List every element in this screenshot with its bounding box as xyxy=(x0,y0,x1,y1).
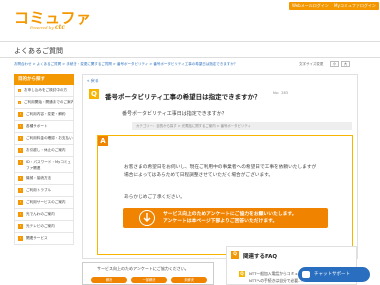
answer-box: A お客さまの希望日をお伺いし、現在ご利用中の事業者への希望日で工事を依頼いたし… xyxy=(97,135,353,255)
page-title: よくあるご質問 xyxy=(14,47,63,55)
chat-bubble-icon xyxy=(302,271,310,278)
sidebar-item[interactable]: › ご利用内容・変更・解約 xyxy=(14,109,74,121)
sidebar-item-label: お申し込みをご検討中の方 xyxy=(24,88,68,92)
sidebar-bullet-icon: › xyxy=(18,124,23,129)
question-badge-icon: Q xyxy=(89,89,99,99)
sidebar-bullet-icon: › xyxy=(18,188,23,193)
sidebar-item[interactable]: › ご利用開始・開通までのご案内 xyxy=(14,97,74,109)
sidebar-item[interactable]: › ご利用トラブル xyxy=(14,185,74,197)
sidebar-item[interactable]: › 光でんわのご案内 xyxy=(14,209,74,221)
page-title-bar: よくあるご質問 xyxy=(0,41,380,58)
sidebar-bullet-icon: › xyxy=(18,101,21,105)
sidebar-item[interactable]: › 関連サービス xyxy=(14,233,74,245)
site-header: コミュファ Powered by ctc Webメールログイン Myコミュファロ… xyxy=(0,0,380,31)
sidebar-item-label: ご利用サービスのご案内 xyxy=(26,200,66,204)
survey-jump-button[interactable]: サービス向上のためアンケートにご協力をお願いいたします。 アンケートは本ページ下… xyxy=(123,208,328,228)
font-size-small-button[interactable]: 小 xyxy=(330,61,339,67)
survey-option-partial[interactable]: 一部解決 xyxy=(131,277,167,283)
sidebar-bullet-icon: › xyxy=(18,89,21,93)
related-faq-title: 関連するFAQ xyxy=(243,254,278,260)
related-question-badge-icon: Q xyxy=(239,271,245,277)
sidebar: 目的から探す › お申し込みをご検討中の方 › ご利用開始・開通までのご案内 › ご利用内… xyxy=(14,74,74,245)
sidebar-bullet-icon: › xyxy=(18,224,23,229)
sidebar-item-label: 各種サポート xyxy=(26,124,48,128)
sidebar-item-label: ご利用開始・開通までのご案内 xyxy=(24,100,74,104)
question-number: No：283 xyxy=(273,91,288,95)
survey-prompt: サービス向上のためアンケートにご協力ください。 xyxy=(97,266,189,271)
sidebar-item-label: ご利用料金の確認・お支払い xyxy=(26,136,73,140)
answer-text: お客さまの希望日をお伺いし、現在ご利用中の事業者への希望日で工事を依頼いたします… xyxy=(124,165,317,178)
faq-main-panel: « 戻る Q 番号ポータビリティ工事の希望日は指定できますか？ No：283 番… xyxy=(82,74,358,259)
sidebar-bullet-icon: › xyxy=(18,200,23,205)
sidebar-list: › お申し込みをご検討中の方 › ご利用開始・開通までのご案内 › ご利用内容・変更・解約… xyxy=(14,85,74,245)
chat-support-label: チャットサポート xyxy=(314,272,350,277)
sidebar-bullet-icon: › xyxy=(18,112,23,117)
related-faq-icon: Q xyxy=(231,251,239,259)
survey-option-solved[interactable]: 解決 xyxy=(91,277,127,283)
back-link[interactable]: « 戻る xyxy=(87,78,99,84)
sidebar-item[interactable]: › お申し込みをご検討中の方 xyxy=(14,85,74,97)
breadcrumb[interactable]: お問合わせ > よくあるご質問 > 手続き・変更に関するご質問 > 番号ポータビ… xyxy=(14,62,237,67)
question-title: 番号ポータビリティ工事の希望日は指定できますか？ xyxy=(105,93,261,101)
related-faq-link-2[interactable]: NTTへの手続きは自分で必要... xyxy=(249,278,302,284)
sidebar-item-label: 関連サービス xyxy=(26,236,48,240)
survey-box: サービス向上のためアンケートにご協力ください。 解決 一部解決 未解決 xyxy=(82,262,214,285)
sidebar-bullet-icon: › xyxy=(18,212,23,217)
sub-row: お問合わせ > よくあるご質問 > 手続き・変更に関するご質問 > 番号ポータビ… xyxy=(0,58,380,70)
webmail-login-button[interactable]: Webメールログイン xyxy=(289,2,332,10)
sidebar-item[interactable]: › 光テレビのご案内 xyxy=(14,221,74,233)
sidebar-heading: 目的から探す xyxy=(14,74,74,85)
sidebar-item[interactable]: › 各種サポート xyxy=(14,121,74,133)
sidebar-item[interactable]: › ご利用サービスのご案内 xyxy=(14,197,74,209)
sidebar-item[interactable]: › 機械・接続方法 xyxy=(14,173,74,185)
sidebar-item-label: お引越し・休止のご案内 xyxy=(26,148,66,152)
question-body: 番号ポータビリティ工事日は指定できますか？ xyxy=(122,111,227,117)
sidebar-bullet-icon: › xyxy=(18,160,23,165)
survey-jump-text: サービス向上のためアンケートにご協力をお願いいたします。 アンケートは本ページ下… xyxy=(163,212,297,224)
sidebar-bullet-icon: › xyxy=(18,176,23,181)
sidebar-item-label: 光テレビのご案内 xyxy=(26,224,55,228)
answer-badge-icon: A xyxy=(98,136,108,146)
sidebar-bullet-icon: › xyxy=(18,236,23,241)
sidebar-item[interactable]: › ご利用料金の確認・お支払い xyxy=(14,133,74,145)
arrow-down-icon xyxy=(139,210,155,226)
logo-tagline: Powered by ctc xyxy=(30,24,66,31)
category-bar[interactable]: カテゴリー：目的から探す > 光電話に関するご案内 > 番号ポータビリティ xyxy=(132,122,352,130)
survey-option-unsolved[interactable]: 未解決 xyxy=(171,277,207,283)
sidebar-item-label: ご利用内容・変更・解約 xyxy=(26,112,66,116)
sidebar-item-label: ご利用トラブル xyxy=(26,188,52,192)
my-comufa-login-button[interactable]: Myコミュファログイン xyxy=(331,2,379,10)
answer-note: あらかじめご了承ください。 xyxy=(124,195,185,200)
sidebar-bullet-icon: › xyxy=(18,148,23,153)
sidebar-item[interactable]: › ID・パスワード・Myコミュファ関連 xyxy=(14,157,74,173)
chat-support-button[interactable]: チャットサポート xyxy=(298,267,370,282)
sidebar-bullet-icon: › xyxy=(18,136,23,141)
sidebar-item-label: 光でんわのご案内 xyxy=(26,212,55,216)
sidebar-item[interactable]: › お引越し・休止のご案内 xyxy=(14,145,74,157)
font-size-label: 文字サイズ変更 xyxy=(299,62,324,66)
font-size-large-button[interactable]: 大 xyxy=(341,61,350,67)
sidebar-item-label: ID・パスワード・Myコミュファ関連 xyxy=(26,160,71,170)
sidebar-item-label: 機械・接続方法 xyxy=(26,176,52,180)
